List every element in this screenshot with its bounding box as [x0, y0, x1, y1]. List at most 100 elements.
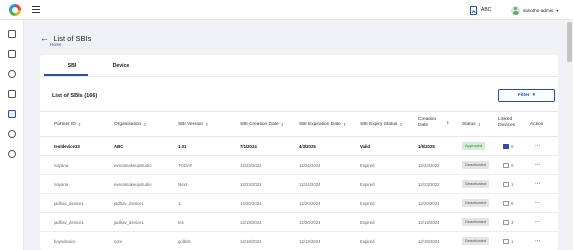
sort-icon[interactable]: ⇕	[143, 122, 146, 128]
scrollbar-thumb[interactable]	[567, 22, 572, 62]
cell-sbi-expiration-date: 4/3/2025	[299, 144, 316, 149]
table-header: Partner ID ⇕ Organisation ⇕ SBI Version ⇕ S…	[40, 111, 558, 137]
cell-sbi-expiry-status: Expired	[360, 182, 375, 187]
cell-sbi-creation-date: 12/20/2024	[240, 201, 262, 206]
cell-creation-date: 12/23/2022	[418, 182, 440, 187]
column-header-sbi-creation-date[interactable]: SBI Creation Date ⇕	[240, 122, 284, 128]
org-selector[interactable]: ABC	[470, 4, 491, 16]
cell-creation-date: 12/18/2024	[418, 239, 440, 244]
cell-organisation: everamakeupstudio	[114, 182, 152, 187]
table-row[interactable]: nayana everamakeupstudio TODAY 12/23/2022 12…	[40, 156, 558, 175]
monitor-icon	[503, 144, 509, 149]
list-title: List of SBIs (166)	[52, 93, 98, 99]
home-icon[interactable]	[8, 30, 16, 38]
filter-button[interactable]: Filter ▾	[498, 89, 555, 102]
table-row[interactable]: jadhav_device1 jadhav_device1 tes 12/19/202…	[40, 213, 558, 232]
tab-device[interactable]: Device	[106, 63, 136, 69]
cell-organisation: jadhav_device1	[114, 220, 144, 225]
cell-creation-date: 1/5/2025	[418, 144, 435, 149]
linked-devices-count: 0	[511, 163, 514, 168]
action-menu-button[interactable]: ...	[535, 156, 540, 175]
column-header-status[interactable]: Status ⇕	[462, 122, 481, 128]
column-label: Status	[462, 122, 476, 127]
cell-organisation: core	[114, 239, 123, 244]
column-header-sbi-expiration-date[interactable]: SBI Expiration Date ⇕	[299, 122, 346, 128]
sort-icon[interactable]: ⇕	[281, 122, 284, 128]
tab-bar: SBI Device	[40, 55, 558, 77]
action-menu-button[interactable]: ...	[535, 194, 540, 213]
sort-icon[interactable]: ⇕	[478, 122, 481, 128]
status-badge: Deactivated	[462, 180, 490, 188]
sort-icon[interactable]: ⇕	[399, 122, 402, 128]
tab-sbi[interactable]: SBI	[57, 63, 87, 69]
scrollbar[interactable]	[566, 20, 573, 250]
back-arrow-icon[interactable]: ←	[40, 33, 49, 43]
cell-sbi-version: Next	[178, 182, 187, 187]
table-row[interactable]: testdevice33 ABC 1.01 7/1/2024 4/3/2025 Valid…	[40, 137, 558, 156]
column-header-organisation[interactable]: Organisation ⇕	[114, 122, 147, 128]
top-bar: ABC sanotho-admin ▾	[0, 0, 573, 20]
breadcrumb[interactable]: Home	[50, 42, 61, 47]
action-menu-button[interactable]: ...	[535, 175, 540, 194]
table-row[interactable]: jadhav_device1 jadhav_device1 1 12/20/2024 1…	[40, 194, 558, 213]
document-icon[interactable]	[8, 50, 16, 58]
linked-devices[interactable]: 1	[503, 175, 513, 194]
page-header: ← List of SBIs	[40, 33, 91, 43]
column-header-sbi-expiry-status[interactable]: SBI Expiry Status ⇕	[360, 122, 403, 128]
action-menu-button[interactable]: ...	[535, 232, 540, 250]
linked-devices-count: 1	[511, 182, 514, 187]
device-icon[interactable]	[8, 110, 16, 118]
column-header-partner-id[interactable]: Partner ID ⇕	[54, 122, 81, 128]
filter-label: Filter	[517, 93, 530, 98]
cell-creation-date: 12/20/2024	[418, 201, 440, 206]
policy-icon[interactable]	[8, 90, 16, 98]
linked-devices[interactable]: 1	[503, 232, 513, 250]
sort-icon[interactable]: ⇕	[78, 122, 81, 128]
status-badge: Deactivated	[462, 199, 490, 207]
linked-devices[interactable]: 0	[503, 156, 513, 175]
cell-sbi-expiration-date: 12/20/2024	[299, 220, 321, 225]
column-label: SBI Creation Date	[240, 122, 279, 127]
cell-sbi-expiration-date: 12/20/2024	[299, 201, 321, 206]
linked-devices[interactable]: 0	[503, 137, 513, 156]
linked-devices-count: 0	[511, 201, 514, 206]
cell-sbi-expiry-status: Expired	[360, 201, 375, 206]
column-header-action: Action	[530, 122, 543, 128]
cell-sbi-expiry-status: Valid	[360, 144, 371, 149]
column-label: Action	[530, 122, 544, 127]
column-header-creation-date[interactable]: Creation Date ⇕	[418, 117, 458, 129]
sort-icon[interactable]: ⇕	[343, 122, 346, 128]
column-label: Creation Date	[418, 117, 437, 128]
shield-icon[interactable]	[8, 150, 16, 158]
monitor-icon	[503, 182, 509, 187]
users-icon[interactable]	[8, 70, 16, 78]
sbi-list-card: SBI Device List of SBIs (166) Filter ▾ P…	[40, 55, 558, 250]
app-logo[interactable]	[9, 4, 21, 16]
action-menu-button[interactable]: ...	[535, 137, 540, 156]
cell-creation-date: 12/19/2024	[418, 220, 440, 225]
action-menu-button[interactable]: ...	[535, 213, 540, 232]
cell-sbi-expiration-date: 12/19/2024	[299, 239, 321, 244]
table-row[interactable]: boysdevice core golbds 12/18/2024 12/19/2024…	[40, 232, 558, 250]
cell-organisation: ABC	[114, 144, 124, 149]
settings-icon[interactable]	[8, 130, 16, 138]
table-row[interactable]: nayana everamakeupstudio Next 12/23/2021 12/…	[40, 175, 558, 194]
menu-icon[interactable]	[32, 6, 40, 13]
avatar	[511, 5, 520, 15]
column-label: Partner ID	[54, 122, 76, 127]
column-label: Organisation	[114, 122, 142, 127]
sidebar	[0, 20, 24, 250]
sort-icon[interactable]: ⇕	[446, 120, 449, 126]
linked-devices[interactable]: 3	[503, 213, 513, 232]
linked-devices[interactable]: 0	[503, 194, 513, 213]
cell-sbi-expiry-status: Expired	[360, 239, 375, 244]
cell-sbi-creation-date: 7/1/2024	[240, 144, 257, 149]
cell-partner-id: nayana	[54, 182, 69, 187]
cell-sbi-creation-date: 12/23/2021	[240, 182, 262, 187]
column-header-sbi-version[interactable]: SBI Version ⇕	[178, 122, 208, 128]
linked-devices-count: 0	[511, 144, 514, 149]
sort-icon[interactable]: ⇕	[205, 122, 208, 128]
cell-sbi-expiration-date: 12/24/2024	[299, 163, 321, 168]
bookmark-icon	[470, 5, 477, 15]
user-menu[interactable]: sanotho-admin ▾	[511, 4, 558, 16]
